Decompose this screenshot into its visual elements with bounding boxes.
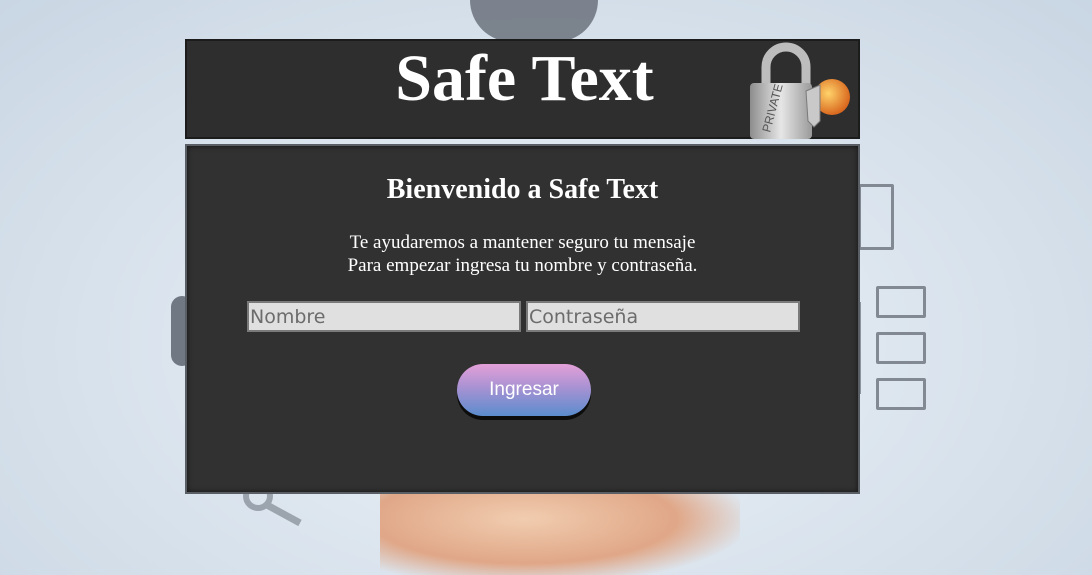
description-line-2: Para empezar ingresa tu nombre y contras…	[347, 255, 698, 276]
welcome-heading: Bienvenido a Safe Text	[386, 174, 659, 205]
background-hand-image	[380, 492, 740, 575]
password-input[interactable]	[526, 301, 800, 332]
server-icon	[858, 184, 894, 250]
description-line-1: Te ayudaremos a mantener seguro tu mensa…	[349, 232, 696, 253]
monitor-icon	[876, 378, 926, 410]
header-banner: Safe Text PRIVATE	[185, 39, 860, 139]
padlock-icon: PRIVATE	[750, 42, 850, 139]
cloud-icon	[470, 0, 598, 42]
name-input[interactable]	[247, 301, 521, 332]
login-panel: Bienvenido a Safe Text Te ayudaremos a m…	[185, 144, 860, 494]
login-button[interactable]: Ingresar	[457, 364, 591, 416]
monitor-icon	[876, 332, 926, 364]
monitor-icon	[876, 286, 926, 318]
